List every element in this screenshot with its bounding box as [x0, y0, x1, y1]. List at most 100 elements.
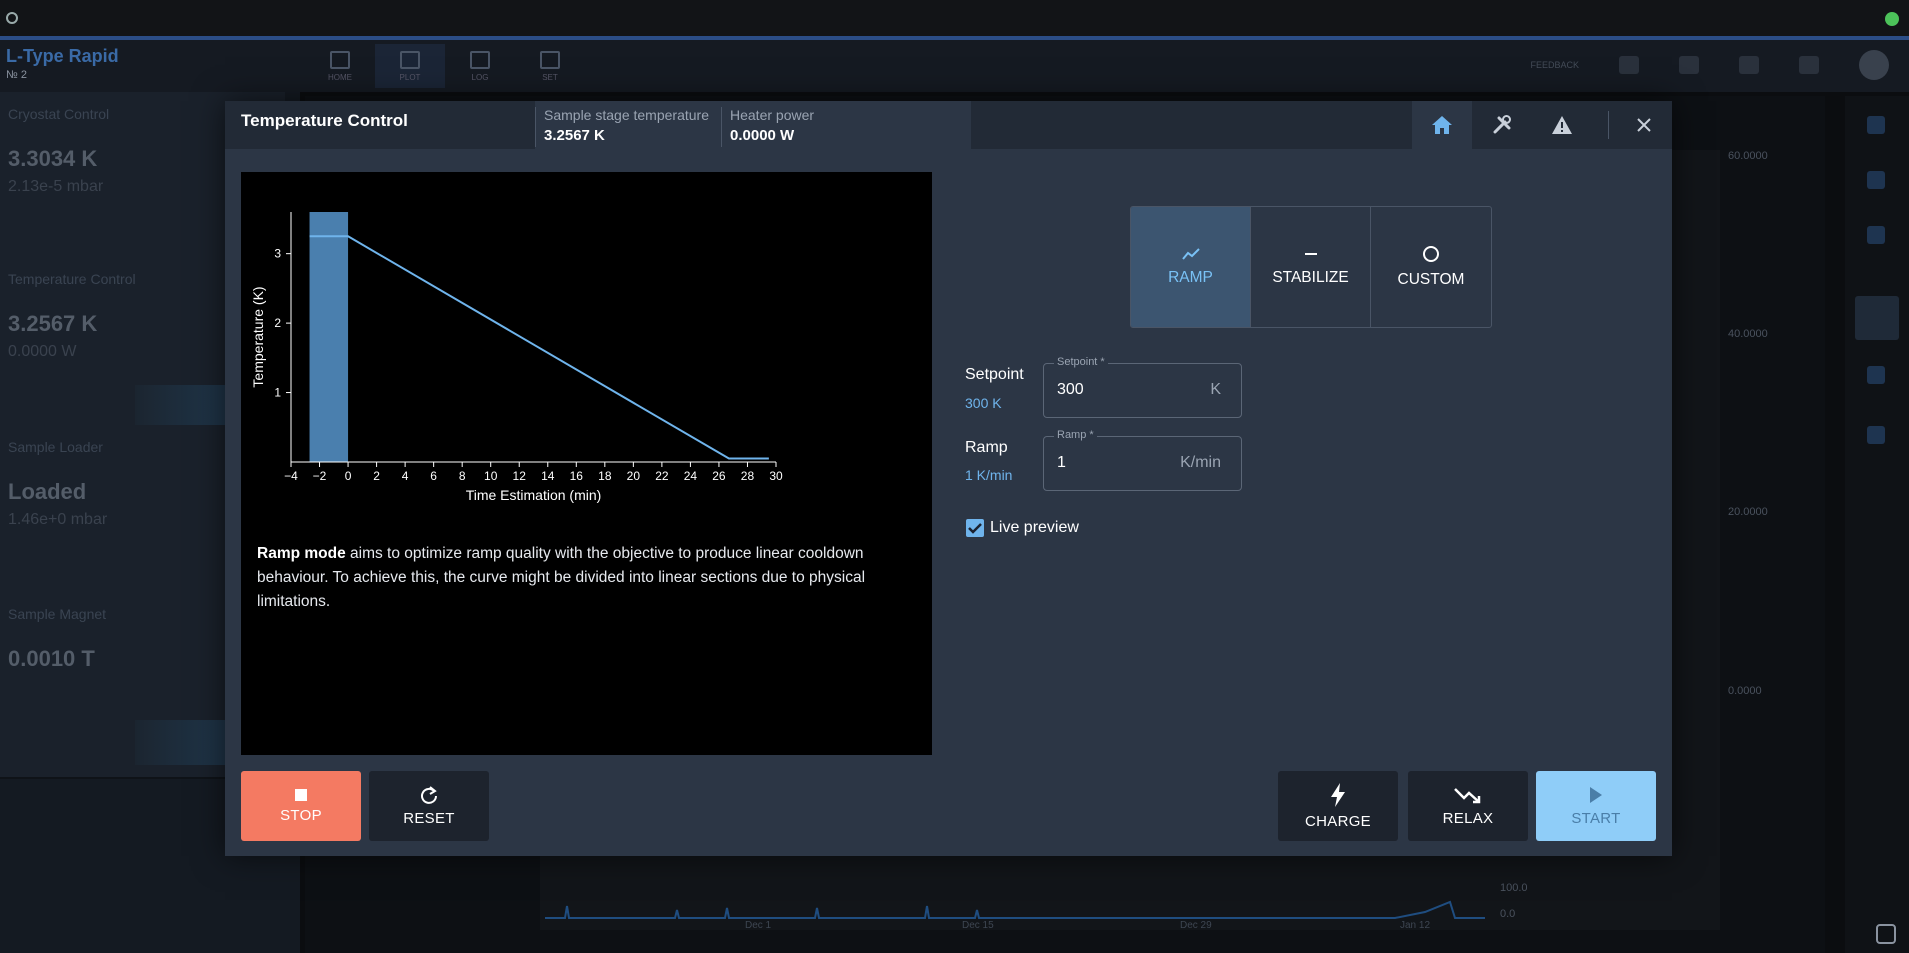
x-tick-label: 22: [655, 469, 669, 483]
ramp-preview-chart: −4 −2 0 2 4 6 8 10 12 14 16 18 20 22 24 26 28 30123Time E…: [250, 212, 783, 503]
mode-custom-button[interactable]: CUSTOM: [1371, 207, 1491, 327]
card-title: Temperature Control: [8, 271, 136, 287]
button-label: RELAX: [1442, 809, 1494, 827]
more-icon[interactable]: [1739, 56, 1759, 74]
x-tick-label: 30: [769, 469, 783, 483]
charge-button[interactable]: CHARGE: [1278, 771, 1398, 841]
warning-icon: [1552, 116, 1572, 134]
card-sub: 1.46e+0 mbar: [8, 511, 108, 528]
x-tick-label: 6: [430, 469, 437, 483]
ramp-input[interactable]: 1: [1057, 454, 1066, 472]
mode-selector: RAMP STABILIZE CUSTOM: [1130, 206, 1492, 328]
button-label: START: [1571, 809, 1621, 827]
card-sub: 2.13e-5 mbar: [8, 178, 104, 195]
ramp-icon: [1181, 248, 1200, 260]
card-value: Loaded: [8, 479, 87, 504]
relax-button[interactable]: RELAX: [1408, 771, 1528, 841]
live-preview-checkbox[interactable]: Live preview: [966, 519, 1079, 537]
card-title: Sample Magnet: [8, 606, 107, 622]
x-tick-label: 20: [627, 469, 641, 483]
checkbox-checked-icon: [966, 519, 984, 537]
home-icon[interactable]: [1867, 171, 1885, 189]
card-sub: 0.0000 W: [8, 343, 77, 360]
x-tick-label: −2: [313, 469, 327, 483]
x-tick-label: 28: [741, 469, 755, 483]
log-icon: [470, 50, 490, 69]
stat-label: Sample stage temperature: [544, 107, 709, 123]
trending-down-icon: [1454, 787, 1481, 803]
setpoint-input[interactable]: 300: [1057, 381, 1084, 399]
lightning-icon: [1331, 782, 1345, 807]
settings-icon: [540, 50, 560, 69]
x-tick-label: −4: [284, 469, 298, 483]
x-tick-label: 12: [513, 469, 527, 483]
live-preview-label: Live preview: [990, 519, 1079, 536]
avatar[interactable]: [1859, 50, 1889, 80]
tab-home[interactable]: HOME: [305, 44, 375, 88]
start-button[interactable]: START: [1536, 771, 1656, 841]
x-axis-label: Time Estimation (min): [466, 487, 602, 503]
x-tick-label: 8: [459, 469, 466, 483]
setpoint-field[interactable]: Setpoint * 300 K: [1043, 356, 1242, 418]
tab-tools[interactable]: [1472, 101, 1532, 149]
ramp-field[interactable]: Ramp * 1 K/min: [1043, 429, 1242, 491]
mode-ramp-button[interactable]: RAMP: [1131, 207, 1251, 327]
x-tick-label: 4: [402, 469, 409, 483]
axis-label: 60.0000: [1728, 150, 1768, 162]
chevron-down-icon[interactable]: [1867, 426, 1885, 444]
temperature-control-dialog: Temperature Control Sample stage tempera…: [225, 101, 1672, 856]
plot-toolbar: [1845, 96, 1909, 953]
tab-home[interactable]: [1412, 101, 1472, 149]
ramp-current: 1 K/min: [965, 467, 1013, 483]
custom-icon: [1423, 246, 1439, 262]
app-menu-icon[interactable]: [6, 12, 18, 24]
stat-label: Heater power: [730, 107, 815, 123]
zoom-icon[interactable]: [1855, 296, 1899, 340]
field-legend: Ramp *: [1054, 429, 1097, 441]
card-value: 3.3034 K: [8, 146, 98, 171]
card-value: 3.2567 K: [8, 311, 98, 336]
plot-icon: [400, 50, 420, 69]
home-icon: [1432, 116, 1452, 134]
stat-value: 3.2567 K: [544, 127, 605, 144]
dialog-title: Temperature Control: [241, 111, 408, 130]
tab-set[interactable]: SET: [515, 44, 585, 88]
setpoint-label: Setpoint: [965, 366, 1024, 383]
x-tick-label: 26: [712, 469, 726, 483]
x-tick-label: 16: [570, 469, 584, 483]
screenshot-icon[interactable]: [1876, 924, 1896, 944]
x-tick-label: 24: [684, 469, 698, 483]
button-label: CHARGE: [1305, 812, 1371, 830]
y-axis-label: Temperature (K): [250, 286, 266, 387]
plus-icon[interactable]: [1867, 116, 1885, 134]
x-tick-label: 14: [541, 469, 555, 483]
x-tick-label: 2: [373, 469, 380, 483]
tab-warnings[interactable]: [1532, 101, 1592, 149]
past-region: [309, 212, 349, 462]
card-title: Sample Loader: [8, 439, 103, 455]
mode-stabilize-button[interactable]: STABILIZE: [1251, 207, 1371, 327]
app-title: L-Type Rapid: [6, 46, 119, 66]
axis-label: 100.0: [1500, 882, 1528, 894]
close-button[interactable]: [1629, 111, 1659, 139]
notifications-icon[interactable]: [1679, 56, 1699, 74]
close-icon: [1637, 118, 1651, 132]
stop-icon: [295, 788, 307, 801]
date-label: Dec 15: [962, 920, 994, 931]
gear-icon[interactable]: [1799, 56, 1819, 74]
feedback-icon[interactable]: [1619, 56, 1639, 74]
tab-plot[interactable]: PLOT: [375, 44, 445, 88]
tools-icon: [1493, 115, 1511, 134]
axis-label: 20.0000: [1728, 506, 1768, 518]
header-actions: FEEDBACK: [1530, 50, 1889, 80]
axis-label: 0.0000: [1728, 685, 1762, 697]
tab-log[interactable]: LOG: [445, 44, 515, 88]
feedback-link[interactable]: FEEDBACK: [1530, 60, 1579, 70]
status-indicator-icon: [1885, 12, 1899, 26]
move-icon[interactable]: [1867, 226, 1885, 244]
stop-button[interactable]: STOP: [241, 771, 361, 841]
axis-label: 40.0000: [1728, 328, 1768, 340]
ramp-preview: −4 −2 0 2 4 6 8 10 12 14 16 18 20 22 24 26 28 30 1 2 3 Time E…: [241, 172, 932, 755]
reset-button[interactable]: RESET: [369, 771, 489, 841]
pan-icon[interactable]: [1867, 366, 1885, 384]
